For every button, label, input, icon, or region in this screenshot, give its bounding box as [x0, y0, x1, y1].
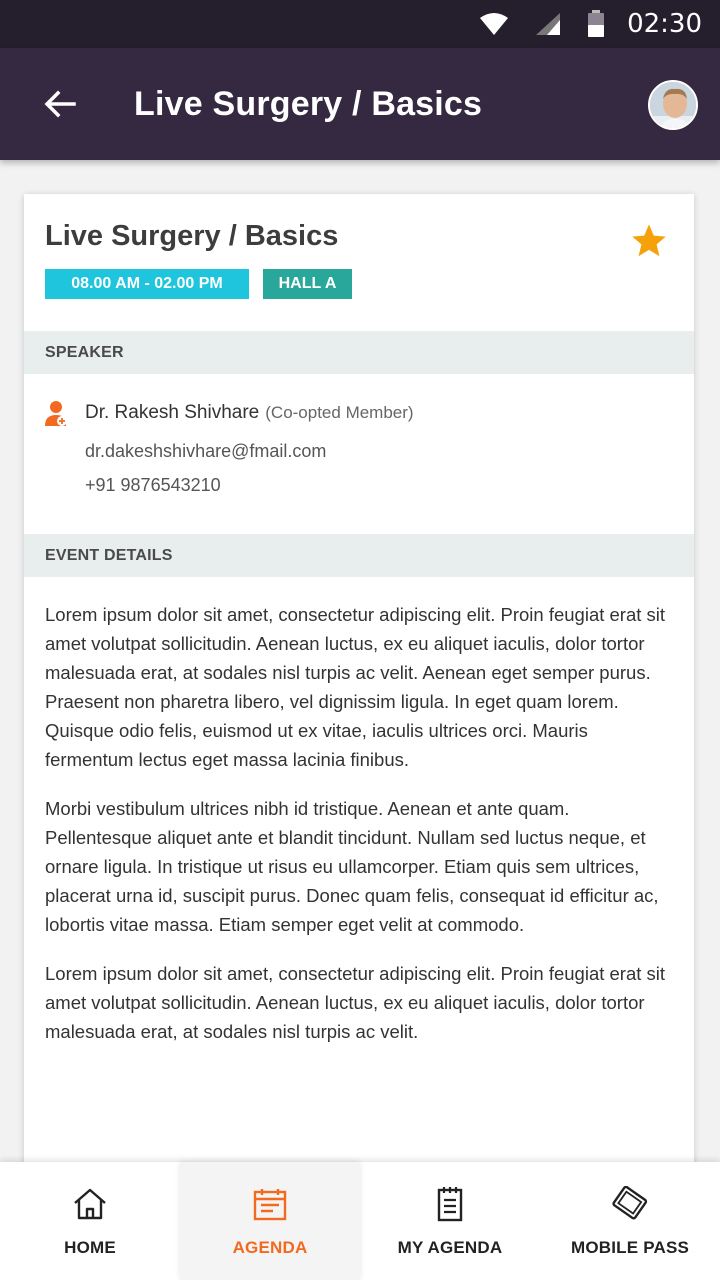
- session-card: Live Surgery / Basics 08.00 AM - 02.00 P…: [24, 194, 694, 1184]
- speaker-phone[interactable]: +91 9876543210: [85, 475, 221, 496]
- details-paragraph: Lorem ipsum dolor sit amet, consectetur …: [45, 963, 666, 1042]
- event-details-text: Lorem ipsum dolor sit amet, consectetur …: [45, 600, 675, 1066]
- wifi-icon: [479, 12, 509, 36]
- home-icon: [70, 1184, 110, 1224]
- speaker-name-text: Dr. Rakesh Shivhare: [85, 402, 260, 423]
- battery-icon: [587, 10, 605, 38]
- nav-label: HOME: [64, 1238, 116, 1257]
- speaker-email[interactable]: dr.dakeshshivhare@fmail.com: [85, 441, 326, 462]
- nav-item-mobile-pass[interactable]: MOBILE PASS: [540, 1162, 720, 1280]
- notepad-icon: [430, 1184, 470, 1224]
- bottom-nav: HOME AGENDA MY AGENDA MOBILE PASS: [0, 1162, 720, 1280]
- arrow-left-icon: [44, 90, 76, 118]
- event-details-section-header: EVENT DETAILS: [24, 534, 694, 577]
- details-paragraph: Lorem ipsum dolor sit amet, consectetur …: [45, 604, 666, 770]
- calendar-icon: [250, 1184, 290, 1224]
- speaker-section-header: SPEAKER: [24, 331, 694, 374]
- event-title: Live Surgery / Basics: [45, 220, 339, 252]
- nav-item-home[interactable]: HOME: [0, 1162, 180, 1280]
- speaker-role: (Co-opted Member): [265, 403, 414, 422]
- nav-label: AGENDA: [232, 1238, 308, 1257]
- app-bar: Live Surgery / Basics: [0, 48, 720, 160]
- avatar[interactable]: [648, 80, 698, 130]
- time-tag: 08.00 AM - 02.00 PM: [45, 269, 249, 299]
- status-bar: 02:30: [0, 0, 720, 48]
- nav-label: MOBILE PASS: [570, 1238, 690, 1257]
- nav-item-agenda[interactable]: AGENDA: [180, 1162, 360, 1280]
- nav-label: MY AGENDA: [397, 1238, 503, 1257]
- ticket-icon: [610, 1184, 650, 1224]
- nav-item-my-agenda[interactable]: MY AGENDA: [360, 1162, 540, 1280]
- favorite-star-icon[interactable]: [630, 222, 668, 260]
- page-title: Live Surgery / Basics: [134, 84, 483, 123]
- signal-icon: [535, 12, 561, 36]
- details-paragraph: Morbi vestibulum ultrices nibh id tristi…: [45, 798, 659, 935]
- speaker-name: Dr. Rakesh Shivhare (Co-opted Member): [85, 402, 414, 424]
- back-button[interactable]: [30, 74, 90, 134]
- hall-tag: HALL A: [263, 269, 352, 299]
- status-time: 02:30: [627, 9, 702, 39]
- doctor-icon: [45, 400, 69, 428]
- user-photo-icon: [650, 82, 696, 128]
